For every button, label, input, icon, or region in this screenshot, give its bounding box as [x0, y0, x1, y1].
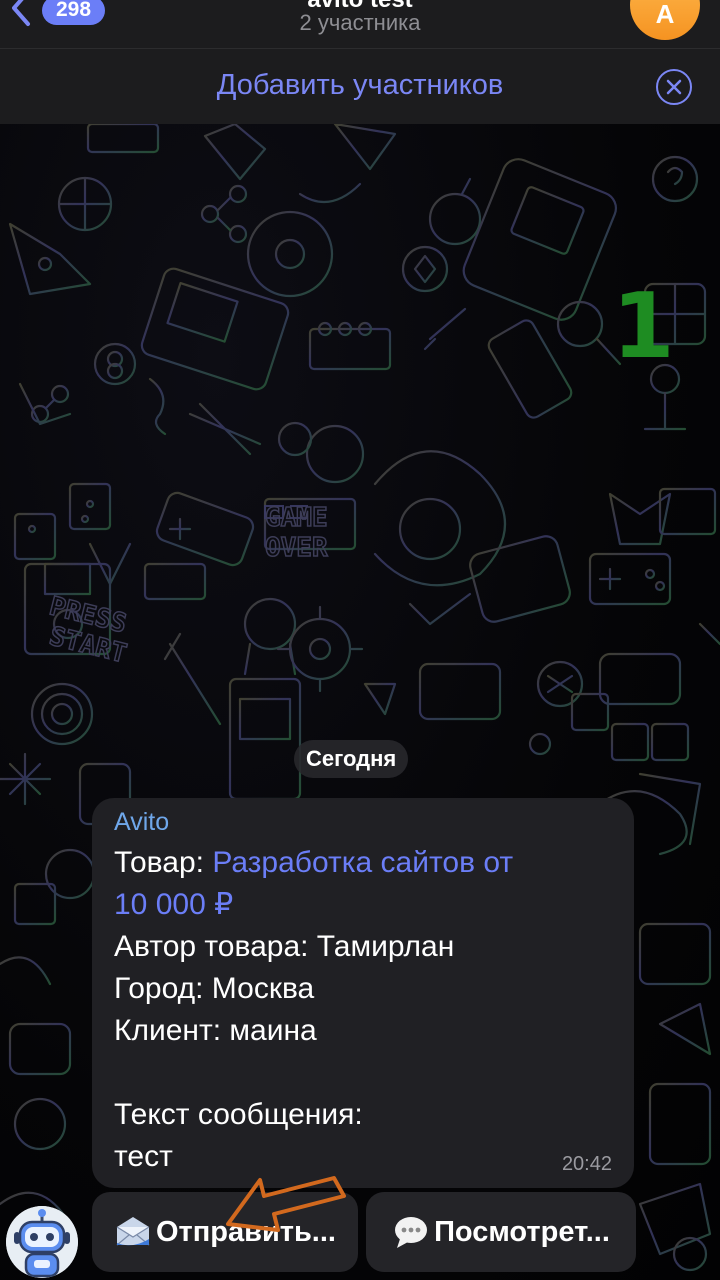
chat-subtitle: 2 участника [299, 10, 421, 35]
add-members-bar: Добавить участников [0, 48, 720, 124]
message-time: 20:42 [561, 1153, 612, 1175]
speech-bubble-icon [392, 1213, 430, 1251]
city-line: Город: Москва [114, 972, 315, 1005]
annotation-number: 1 [612, 274, 675, 379]
date-label: Сегодня [306, 746, 397, 771]
product-label: Товар: [114, 846, 213, 879]
close-circle-icon[interactable] [656, 69, 692, 105]
add-members-button[interactable]: Добавить участников [0, 69, 720, 102]
message-bubble[interactable]: Avito Товар: Разработка сайтов от 10 000… [92, 798, 634, 1188]
message-text: Товар: Разработка сайтов от 10 000 ₽ Авт… [114, 842, 614, 1178]
text-label-line: Текст сообщения: [114, 1098, 363, 1131]
send-button[interactable]: Отправить... [92, 1192, 358, 1272]
avatar-letter: A [655, 0, 675, 29]
send-button-label: Отправить... [156, 1215, 336, 1248]
product-link[interactable]: Разработка сайтов от [212, 846, 513, 879]
view-button[interactable]: Посмотрет... [366, 1192, 636, 1272]
chat-header: 298 avito test 2 участника A [0, 0, 720, 48]
client-line: Клиент: маина [114, 1014, 317, 1047]
product-line: Товар: Разработка сайтов от [114, 842, 614, 884]
robot-icon [6, 1206, 78, 1278]
message-sender[interactable]: Avito [114, 808, 169, 837]
svg-text:OVER: OVER [265, 533, 328, 563]
product-link-continued[interactable]: 10 000 ₽ [114, 884, 614, 926]
svg-text:GAME: GAME [265, 503, 328, 533]
author-line: Автор товара: Тамирлан [114, 930, 455, 963]
view-button-label: Посмотрет... [434, 1215, 610, 1248]
text-value-line: тест [114, 1140, 173, 1173]
date-separator: Сегодня [294, 740, 409, 778]
bot-avatar[interactable] [6, 1206, 78, 1278]
envelope-icon [114, 1213, 152, 1251]
